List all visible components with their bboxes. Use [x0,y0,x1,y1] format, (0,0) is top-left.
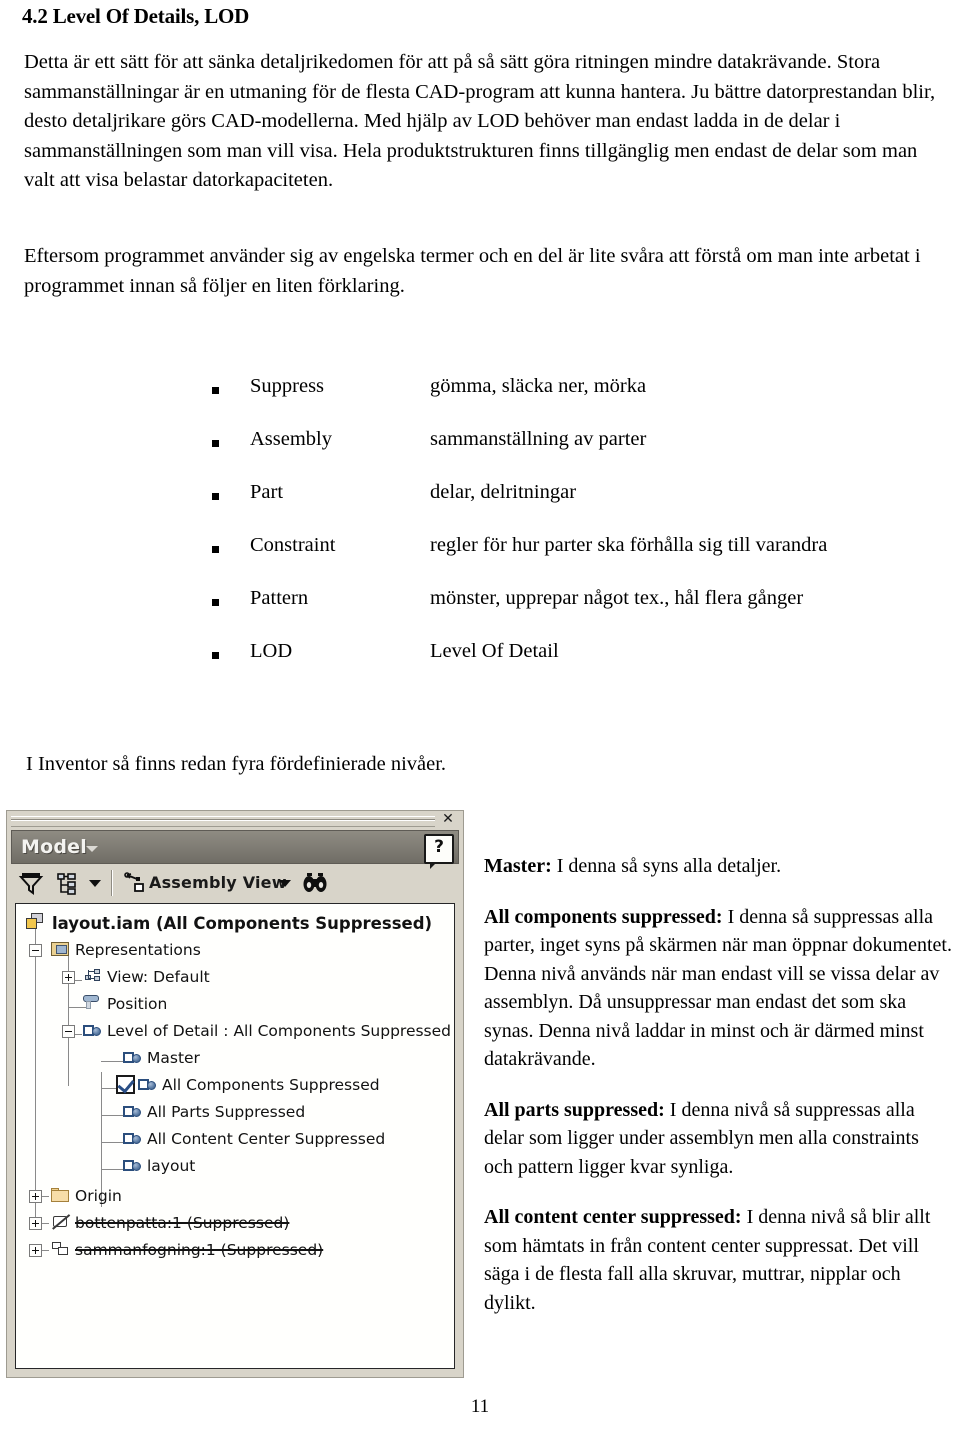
explanation-text: I denna så syns alla detaljer. [551,855,782,877]
expand-plus-icon[interactable] [29,1190,42,1203]
help-icon[interactable]: ? [424,834,454,869]
bullet-square-icon [212,493,219,500]
panel-toolbar: Assembly View [11,866,459,900]
bullet-square-icon [212,599,219,606]
glossary-term: Pattern [250,587,309,609]
tree-node-label: Master [147,1049,200,1067]
grip-lines-icon[interactable] [11,816,435,827]
assembly-view-icon[interactable] [123,869,149,901]
tree-node-label: layout.iam (All Components Suppressed) [52,914,433,933]
expand-plus-icon[interactable] [29,1244,42,1257]
chevron-down-icon[interactable] [279,880,291,887]
document-page: 4.2 Level Of Details, LOD Detta är ett s… [0,0,960,1441]
tree-node-label: layout [147,1157,196,1175]
tree-node-label: Level of Detail : All Components Suppres… [107,1022,452,1040]
tree-node-label: Origin [75,1187,122,1205]
lod-icon [123,1131,143,1146]
tree-hierarchy-icon[interactable] [53,869,81,901]
glossary-definition: sammanställning av parter [430,428,647,450]
binoculars-icon[interactable] [301,869,331,901]
explanation-label: All content center suppressed: [484,1206,742,1228]
tree-connector [101,1169,123,1170]
tree-node-label: All Parts Suppressed [147,1103,306,1121]
chevron-down-icon[interactable] [86,846,98,852]
model-tree[interactable]: layout.iam (All Components Suppressed) R… [15,903,455,1369]
expand-plus-icon[interactable] [62,971,75,984]
bullet-square-icon [212,546,219,553]
panel-title-bar[interactable]: Model ? [11,830,459,869]
inventor-model-browser-panel: ✕ Model ? Assembly View layout.iam (All … [6,810,464,1378]
tree-node-label: Representations [75,941,201,959]
explanation-text: I denna så suppressas alla parter, inget… [484,905,952,1071]
explanation-label: All parts suppressed: [484,1098,665,1121]
list-item: Pattern mönster, upprepar något tex., hå… [212,587,942,640]
page-title: 4.2 Level Of Details, LOD [22,4,250,28]
part-suppressed-icon [51,1214,70,1230]
origin-folder-icon [51,1188,70,1203]
assembly-view-label: Assembly View [149,873,287,892]
explanation-label: All components suppressed: [484,905,723,928]
page-number: 11 [470,1396,490,1417]
glossary-definition: delar, delritningar [430,481,577,503]
view-representation-icon [84,968,103,984]
panel-title: Model [21,836,87,858]
list-item: Constraint regler för hur parter ska för… [212,534,942,587]
tree-node-label: sammanfogning:1 (Suppressed) [75,1241,324,1259]
chevron-down-icon[interactable] [89,880,101,887]
panel-grip-bar: ✕ [9,812,461,829]
representations-folder-icon [51,941,70,957]
glossary-list: Suppress gömma, släcka ner, mörka Assemb… [212,375,942,693]
glossary-definition: gömma, släcka ner, mörka [430,375,647,397]
glossary-term: Constraint [250,534,336,556]
explanation-label: Master: [484,855,552,877]
assembly-document-icon [26,913,44,930]
glossary-definition: mönster, upprepar något tex., hål flera … [430,587,804,609]
tree-connector [35,926,36,1223]
tree-connector [101,1061,123,1062]
explanation-master: Master: I denna så syns alla detaljer. [484,852,952,881]
list-item: LOD Level Of Detail [212,640,942,693]
checkbox-checked-icon[interactable] [116,1075,135,1094]
list-item: Suppress gömma, släcka ner, mörka [212,375,942,428]
bullet-square-icon [212,652,219,659]
glossary-term: Part [250,481,284,503]
explanation-all-components-suppressed: All components suppressed: I denna så su… [484,903,952,1074]
expand-plus-icon[interactable] [29,1217,42,1230]
explanation-all-content-center-suppressed: All content center suppressed: I denna n… [484,1203,952,1317]
subassembly-suppressed-icon [51,1241,70,1257]
bullet-square-icon [212,387,219,394]
tree-node-label: bottenpatta:1 (Suppressed) [75,1214,290,1232]
tree-node-label: View: Default [107,968,210,986]
explanations-column: Master: I denna så syns alla detaljer. A… [484,852,952,1317]
explanation-all-parts-suppressed: All parts suppressed: I denna nivå så su… [484,1096,952,1182]
filter-funnel-icon[interactable] [17,869,45,901]
list-item: Assembly sammanställning av parter [212,428,942,481]
tree-connector [101,1142,123,1143]
paragraph-terms: Eftersom programmet använder sig av enge… [24,245,921,297]
lod-icon [138,1077,158,1092]
glossary-term: Suppress [250,375,325,397]
list-item: Part delar, delritningar [212,481,942,534]
tree-node-label: All Content Center Suppressed [147,1130,386,1148]
tree-connector [101,1115,123,1116]
collapse-minus-icon[interactable] [62,1025,75,1038]
lod-icon [123,1158,143,1173]
position-representation-icon [83,994,102,1010]
glossary-term: LOD [250,640,293,662]
toolbar-separator [111,870,113,896]
collapse-minus-icon[interactable] [29,944,42,957]
glossary-term: Assembly [250,428,332,450]
lod-icon [123,1050,143,1065]
glossary-definition: Level Of Detail [430,640,559,662]
paragraph-intro: Detta är ett sätt för att sänka detaljri… [24,51,936,191]
lod-icon [123,1104,143,1119]
close-icon[interactable]: ✕ [440,812,456,828]
lod-icon [83,1023,103,1038]
paragraph-inventor: I Inventor så finns redan fyra fördefini… [26,753,447,775]
glossary-definition: regler för hur parter ska förhålla sig t… [430,534,828,556]
tree-node-label: All Components Suppressed [162,1076,380,1094]
bullet-square-icon [212,440,219,447]
tree-node-label: Position [107,995,168,1013]
